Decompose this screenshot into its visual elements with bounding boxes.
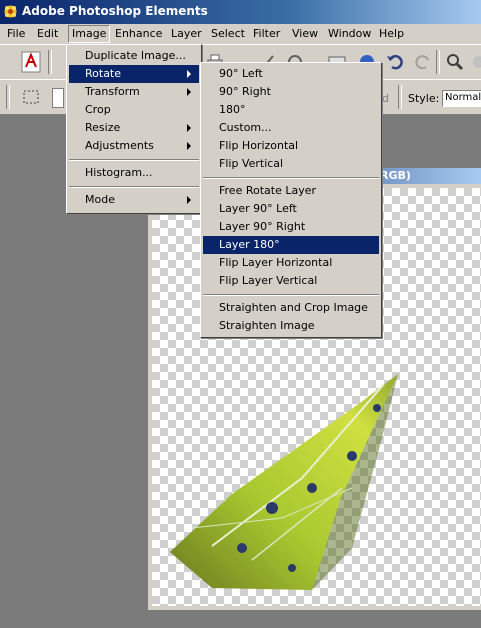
- menu-item-crop[interactable]: Crop: [69, 101, 199, 119]
- photo-tree: [373, 404, 381, 412]
- submenu-arrow-icon: [187, 142, 191, 150]
- menu-item-duplicate-image[interactable]: Duplicate Image...: [69, 47, 199, 65]
- menu-item-layer-180[interactable]: Layer 180°: [203, 236, 379, 254]
- tool-preset-picker[interactable]: [52, 88, 64, 108]
- menu-item-histogram[interactable]: Histogram...: [69, 164, 199, 182]
- menu-separator: [69, 159, 199, 161]
- menu-item-flip-layer-horizontal[interactable]: Flip Layer Horizontal: [203, 254, 379, 272]
- toolbar-separator: [436, 50, 440, 74]
- menu-item-layer-90-left[interactable]: Layer 90° Left: [203, 200, 379, 218]
- menu-item-180[interactable]: 180°: [203, 101, 379, 119]
- document-title: RGB): [380, 169, 411, 182]
- menu-item-label: Resize: [85, 121, 121, 134]
- menu-bar: File Edit Image Enhance Layer Select Fil…: [0, 24, 481, 44]
- menu-item-label: Adjustments: [85, 139, 154, 152]
- title-bar[interactable]: Adobe Photoshop Elements: [0, 0, 481, 24]
- hand-icon[interactable]: [470, 51, 481, 73]
- image-menu: Duplicate Image... Rotate Transform Crop…: [66, 44, 202, 214]
- menu-edit[interactable]: Edit: [34, 26, 61, 42]
- menu-item-label: Crop: [85, 103, 111, 116]
- menu-item-label: Rotate: [85, 67, 122, 80]
- photo-tree: [347, 451, 357, 461]
- window-title: Adobe Photoshop Elements: [22, 4, 208, 18]
- submenu-arrow-icon: [187, 70, 191, 78]
- menu-window[interactable]: Window: [325, 26, 374, 42]
- menu-layer[interactable]: Layer: [168, 26, 205, 42]
- rotate-submenu: 90° Left 90° Right 180° Custom... Flip H…: [200, 62, 382, 338]
- menu-item-rotate[interactable]: Rotate: [69, 65, 199, 83]
- menu-item-layer-90-right[interactable]: Layer 90° Right: [203, 218, 379, 236]
- submenu-arrow-icon: [187, 124, 191, 132]
- menu-select[interactable]: Select: [208, 26, 248, 42]
- photo-tree: [237, 543, 247, 553]
- menu-help[interactable]: Help: [376, 26, 407, 42]
- photo-tree: [307, 483, 317, 493]
- menu-item-transform[interactable]: Transform: [69, 83, 199, 101]
- undo-icon[interactable]: [384, 51, 406, 73]
- menu-item-flip-vertical[interactable]: Flip Vertical: [203, 155, 379, 173]
- menu-separator: [203, 294, 379, 296]
- partial-option-label: d: [382, 92, 389, 105]
- menu-item-adjustments[interactable]: Adjustments: [69, 137, 199, 155]
- submenu-arrow-icon: [187, 196, 191, 204]
- menu-item-flip-layer-vertical[interactable]: Flip Layer Vertical: [203, 272, 379, 290]
- menu-item-90-right[interactable]: 90° Right: [203, 83, 379, 101]
- menu-item-label: Duplicate Image...: [85, 49, 186, 62]
- menu-item-free-rotate-layer[interactable]: Free Rotate Layer: [203, 182, 379, 200]
- submenu-arrow-icon: [187, 88, 191, 96]
- menu-item-90-left[interactable]: 90° Left: [203, 65, 379, 83]
- menu-item-straighten-and-crop[interactable]: Straighten and Crop Image: [203, 299, 379, 317]
- photoshop-elements-icon: [4, 5, 17, 18]
- menu-view[interactable]: View: [289, 26, 321, 42]
- menu-filter[interactable]: Filter: [250, 26, 283, 42]
- menu-item-label: Histogram...: [85, 166, 153, 179]
- toolbar-separator: [48, 50, 52, 74]
- menu-item-label: Transform: [85, 85, 140, 98]
- menu-item-resize[interactable]: Resize: [69, 119, 199, 137]
- options-bar-grip: [6, 85, 10, 109]
- zoom-icon[interactable]: [444, 51, 466, 73]
- menu-separator: [69, 186, 199, 188]
- menu-item-mode[interactable]: Mode: [69, 191, 199, 209]
- style-label: Style:: [408, 92, 440, 105]
- menu-item-flip-horizontal[interactable]: Flip Horizontal: [203, 137, 379, 155]
- redo-icon[interactable]: [412, 51, 434, 73]
- menu-image[interactable]: Image: [68, 25, 111, 43]
- menu-file[interactable]: File: [4, 26, 28, 42]
- menu-separator: [203, 177, 379, 179]
- marquee-tool-icon[interactable]: [20, 86, 42, 108]
- photo-tree: [266, 502, 278, 514]
- toolbar-separator: [398, 85, 402, 109]
- menu-item-custom[interactable]: Custom...: [203, 119, 379, 137]
- adobe-logo-icon[interactable]: [20, 51, 42, 73]
- menu-item-label: Mode: [85, 193, 115, 206]
- menu-item-straighten-image[interactable]: Straighten Image: [203, 317, 379, 335]
- style-select[interactable]: Normal: [442, 90, 481, 107]
- photo-tree: [288, 564, 296, 572]
- menu-enhance[interactable]: Enhance: [112, 26, 165, 42]
